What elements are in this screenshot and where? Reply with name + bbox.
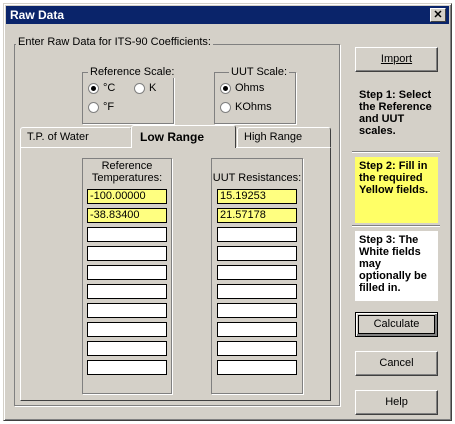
tab-label: Low Range	[140, 130, 205, 144]
radio-empty-icon	[134, 82, 145, 94]
close-button[interactable]: ✕	[430, 8, 446, 22]
reference-scale-title: Reference Scale:	[88, 66, 177, 78]
title-bar: Raw Data ✕	[6, 6, 449, 24]
tab-label: High Range	[244, 131, 303, 143]
help-label: Help	[385, 396, 408, 408]
reference-label-line2: Temperatures:	[91, 172, 163, 184]
reference-temperature-field[interactable]	[87, 341, 167, 356]
reference-temperature-field[interactable]	[87, 322, 167, 337]
reference-temperature-field[interactable]	[87, 284, 167, 299]
radio-empty-icon	[88, 101, 99, 113]
cancel-label: Cancel	[379, 357, 414, 369]
reference-temperature-field[interactable]	[87, 246, 167, 261]
uut-resistance-field[interactable]	[217, 246, 297, 261]
uut-resistance-field[interactable]: 15.19253	[217, 189, 297, 204]
reference-scale-group	[82, 72, 174, 124]
import-button[interactable]: Import	[355, 47, 438, 72]
calculate-button[interactable]: Calculate	[355, 312, 438, 337]
reference-temperature-field[interactable]	[87, 227, 167, 242]
import-label: Import	[380, 53, 413, 65]
uut-resistance-field[interactable]: 21.57178	[217, 208, 297, 223]
help-button[interactable]: Help	[355, 390, 438, 415]
radio-celsius-label: °C	[103, 82, 116, 94]
step3-text: Step 3: The White fields may optionally …	[355, 231, 438, 301]
reference-temperature-field[interactable]	[87, 265, 167, 280]
uut-resistance-field[interactable]	[217, 227, 297, 242]
uut-resistance-field[interactable]	[217, 284, 297, 299]
radio-selected-icon	[220, 82, 231, 94]
reference-temperature-field[interactable]: -100.00000	[87, 189, 167, 204]
reference-label-line1: Reference	[101, 160, 153, 172]
radio-selected-icon	[88, 82, 99, 94]
tab-label: T.P. of Water	[27, 131, 89, 143]
radio-empty-icon	[220, 101, 231, 113]
tab-low-range[interactable]: Low Range	[131, 125, 236, 148]
uut-resistance-field[interactable]	[217, 303, 297, 318]
radio-fahrenheit-label: °F	[103, 101, 115, 113]
uut-resistance-field[interactable]	[217, 322, 297, 337]
reference-temperature-field[interactable]: -38.83400	[87, 208, 167, 223]
step1-text: Step 1: Select the Reference and UUT sca…	[359, 89, 432, 137]
reference-column-label: Reference Temperatures:	[82, 160, 172, 184]
radio-fahrenheit[interactable]: °F	[88, 101, 114, 113]
radio-kohms-label: KOhms	[235, 101, 272, 113]
group-title: Enter Raw Data for ITS-90 Coefficients:	[16, 36, 213, 48]
cancel-button[interactable]: Cancel	[355, 351, 438, 376]
window-title: Raw Data	[10, 8, 65, 22]
radio-kelvin-label: K	[149, 82, 157, 94]
uut-scale-title: UUT Scale:	[229, 66, 290, 78]
radio-kohms[interactable]: KOhms	[220, 101, 272, 113]
uut-resistance-field[interactable]	[217, 265, 297, 280]
radio-celsius[interactable]: °C	[88, 82, 115, 94]
reference-temperature-field[interactable]	[87, 360, 167, 375]
uut-resistance-field[interactable]	[217, 360, 297, 375]
step2-text: Step 2: Fill in the required Yellow fiel…	[355, 157, 438, 223]
radio-kelvin[interactable]: K	[134, 82, 156, 94]
radio-ohms-label: Ohms	[235, 82, 265, 94]
separator	[352, 151, 440, 153]
tab-high-range[interactable]: High Range	[237, 127, 331, 147]
tab-tp-of-water[interactable]: T.P. of Water	[20, 127, 132, 147]
calculate-label: Calculate	[373, 318, 420, 330]
uut-column-label: UUT Resistances:	[212, 172, 302, 184]
separator	[352, 225, 440, 227]
uut-resistance-field[interactable]	[217, 341, 297, 356]
reference-temperature-field[interactable]	[87, 303, 167, 318]
radio-ohms[interactable]: Ohms	[220, 82, 264, 94]
close-icon: ✕	[433, 9, 443, 21]
uut-scale-group	[214, 72, 296, 124]
